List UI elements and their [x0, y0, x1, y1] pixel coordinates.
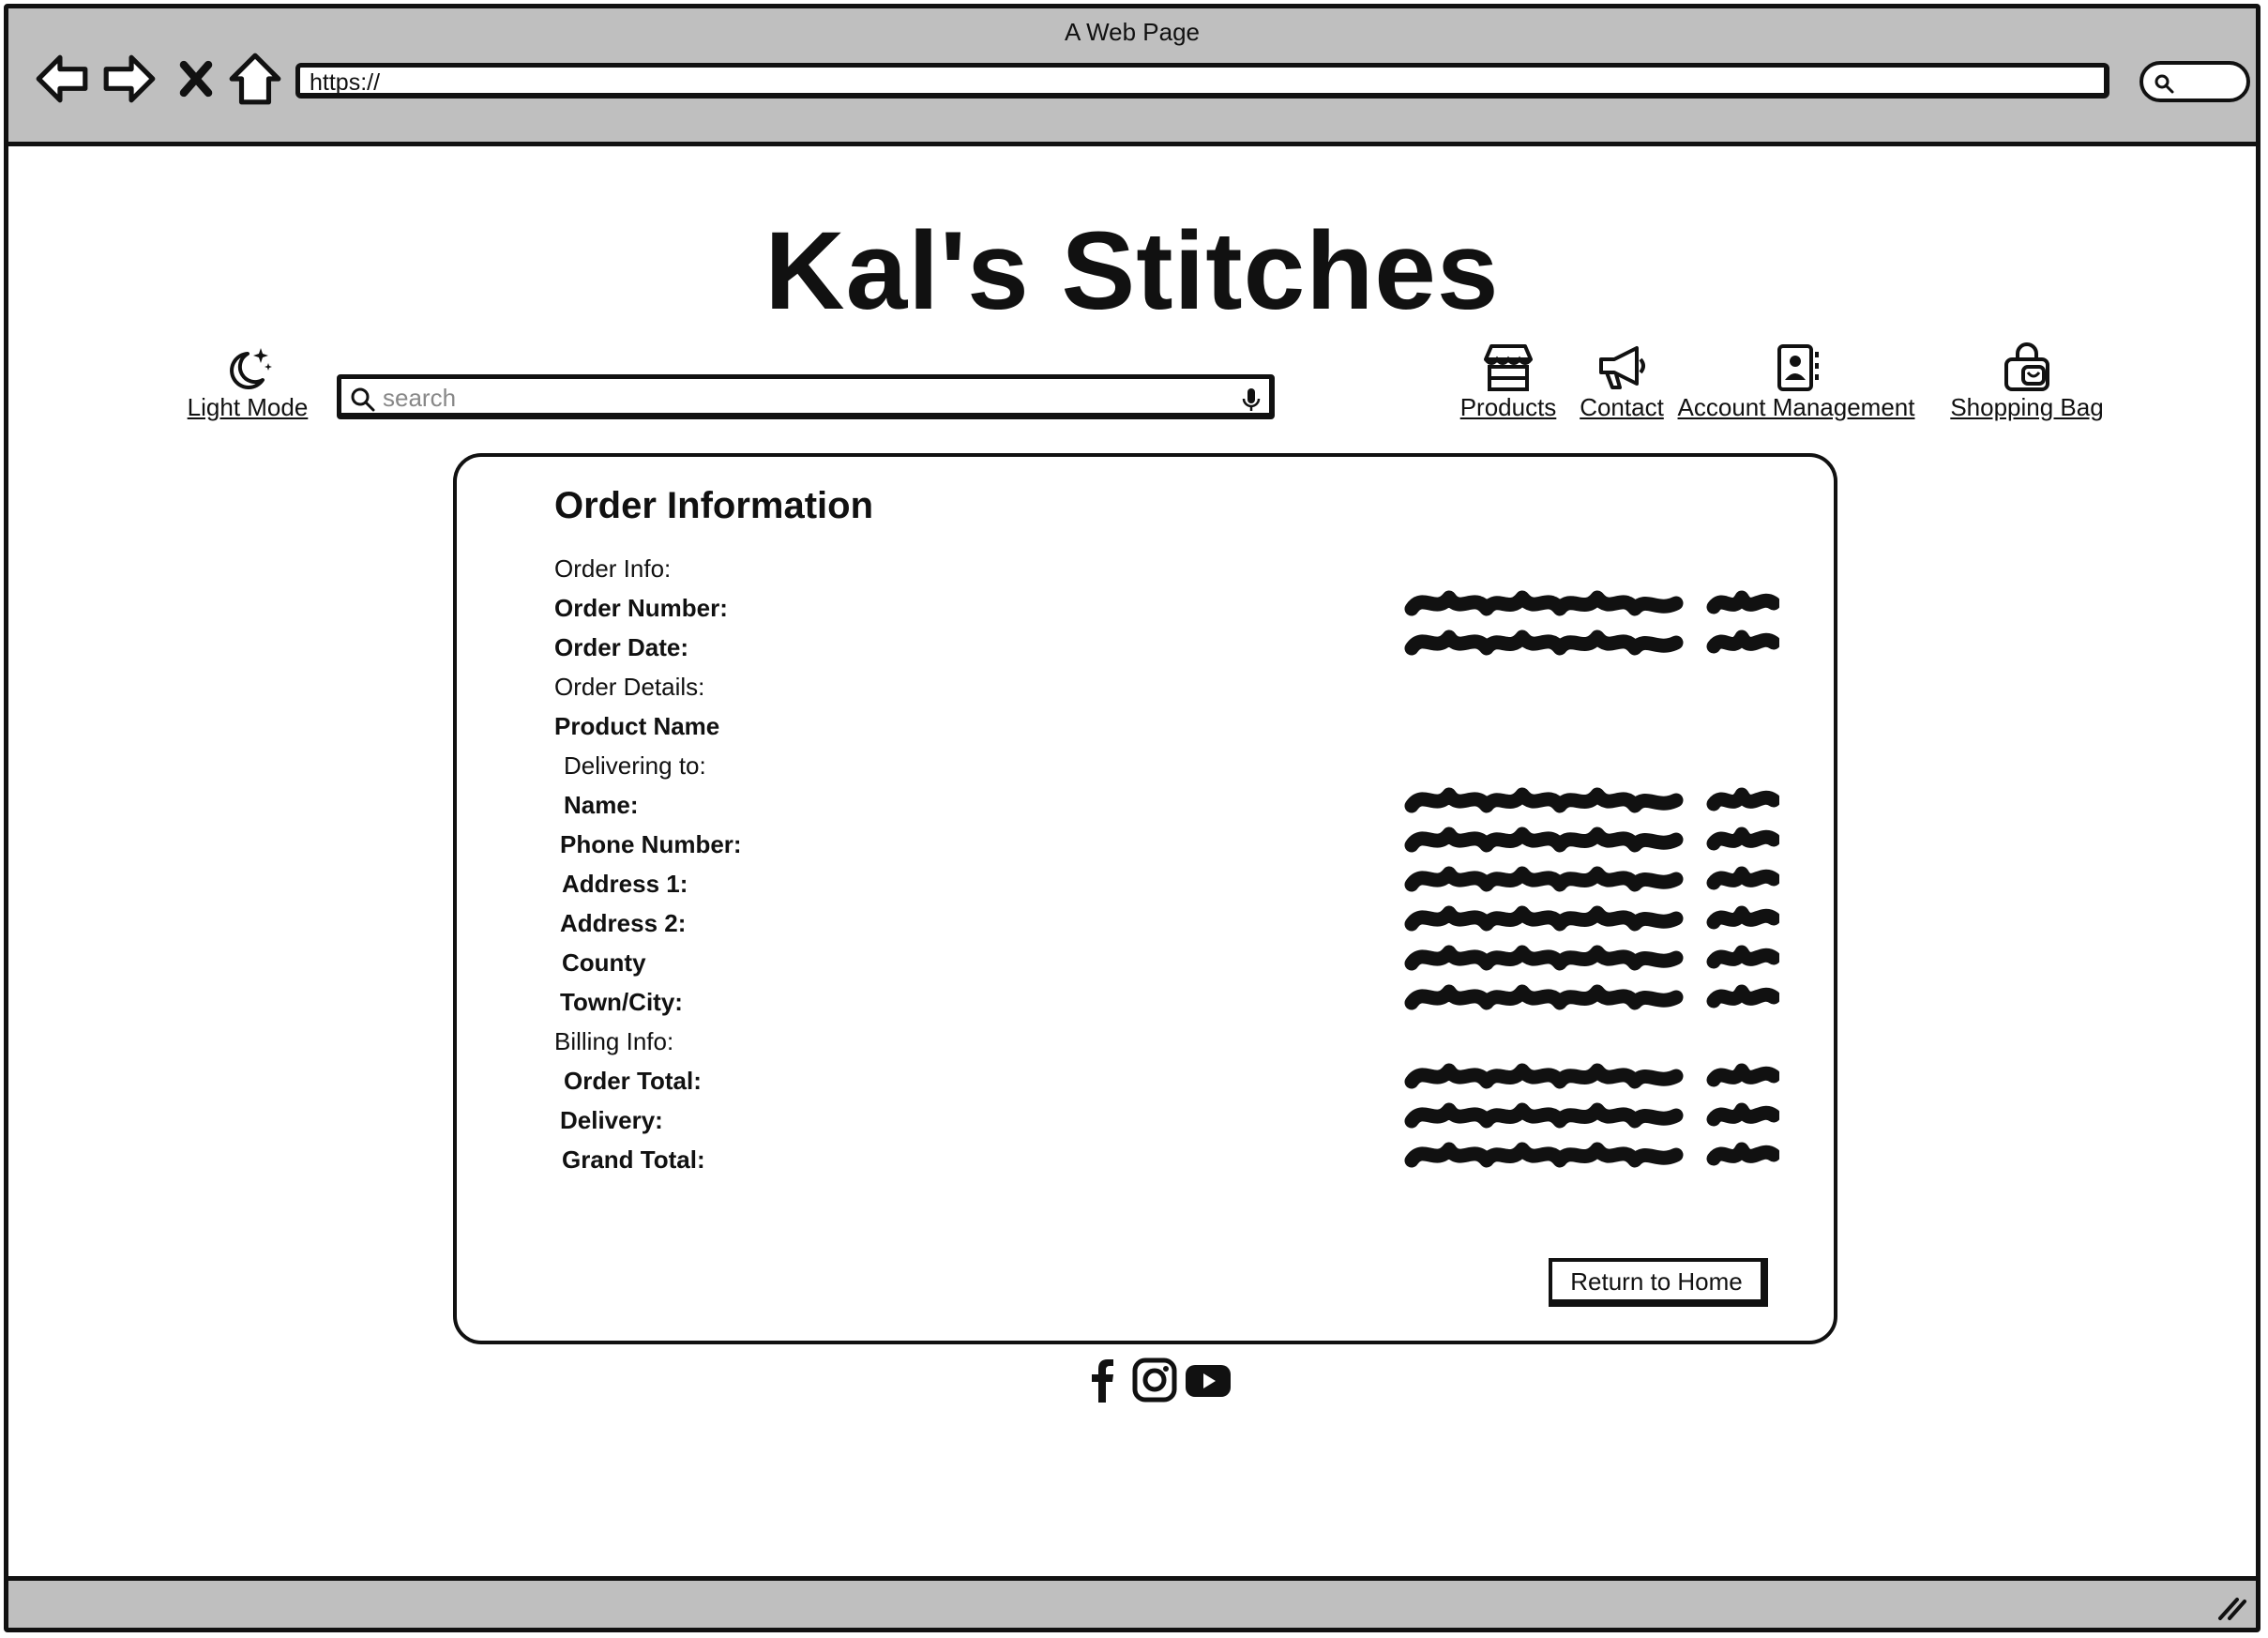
- nav-products-label: Products: [1459, 393, 1557, 421]
- county-label: County: [562, 948, 646, 977]
- order-total-label: Order Total:: [564, 1067, 702, 1095]
- delivering-to-label: Delivering to:: [564, 751, 706, 780]
- browser-search-button[interactable]: [2139, 61, 2250, 102]
- home-icon[interactable]: [226, 50, 284, 108]
- microphone-icon[interactable]: [1241, 387, 1262, 413]
- redacted-value: [1404, 980, 1779, 1016]
- light-mode-label: Light Mode: [187, 393, 309, 421]
- town-city-label: Town/City:: [560, 988, 683, 1016]
- nav-products[interactable]: Products: [1449, 342, 1567, 422]
- nav-contact[interactable]: Contact: [1575, 342, 1669, 422]
- nav-account-management[interactable]: Account Management: [1672, 342, 1920, 422]
- youtube-icon[interactable]: [1184, 1356, 1232, 1404]
- instagram-icon[interactable]: [1130, 1356, 1179, 1404]
- address-1-label: Address 1:: [562, 870, 688, 898]
- facebook-icon[interactable]: [1078, 1356, 1126, 1404]
- moon-stars-icon: [230, 348, 272, 389]
- order-date-label: Order Date:: [554, 633, 689, 661]
- address-2-label: Address 2:: [560, 909, 687, 937]
- url-text: https://: [310, 69, 381, 96]
- order-information-card: Order Information Order Info: Order Numb…: [453, 453, 1837, 1344]
- billing-info-label: Billing Info:: [554, 1027, 674, 1055]
- nav-shopping-bag-label: Shopping Bag: [1950, 393, 2104, 421]
- order-information-title: Order Information: [554, 485, 874, 526]
- redacted-value: [1404, 823, 1779, 858]
- browser-toolbar: A Web Page https://: [8, 8, 2256, 146]
- close-x-icon[interactable]: [170, 50, 222, 108]
- resize-grip-icon[interactable]: [2215, 1592, 2248, 1622]
- order-info-label: Order Info:: [554, 554, 672, 583]
- storefront-icon: [1484, 344, 1533, 391]
- browser-window: A Web Page https:// Kal's Stitches Light…: [4, 4, 2260, 1632]
- redacted-value: [1404, 586, 1779, 622]
- redacted-value: [1404, 626, 1779, 661]
- nav-account-management-label: Account Management: [1677, 393, 1915, 421]
- name-label: Name:: [564, 791, 639, 819]
- delivery-label: Delivery:: [560, 1106, 663, 1134]
- phone-number-label: Phone Number:: [560, 830, 742, 858]
- light-mode-toggle[interactable]: Light Mode: [177, 344, 318, 422]
- redacted-value: [1404, 862, 1779, 898]
- redacted-value: [1404, 1059, 1779, 1095]
- search-icon: [2155, 74, 2174, 94]
- redacted-value: [1404, 1138, 1779, 1174]
- redacted-value: [1404, 941, 1779, 977]
- back-arrow-icon[interactable]: [33, 50, 91, 108]
- contact-book-icon: [1777, 344, 1819, 391]
- grand-total-label: Grand Total:: [562, 1145, 705, 1174]
- redacted-value: [1404, 1099, 1779, 1134]
- megaphone-icon: [1599, 346, 1645, 389]
- order-number-label: Order Number:: [554, 594, 728, 622]
- site-brand-title: Kal's Stitches: [764, 209, 1500, 333]
- site-search-box[interactable]: [337, 374, 1275, 419]
- shopping-bag-icon: [2004, 342, 2049, 391]
- url-bar[interactable]: https://: [295, 63, 2109, 99]
- social-links: [1078, 1356, 1232, 1404]
- redacted-value: [1404, 902, 1779, 937]
- order-details-label: Order Details:: [554, 673, 705, 701]
- window-title: A Web Page: [1064, 18, 1201, 46]
- product-name-label: Product Name: [554, 712, 720, 740]
- search-icon: [351, 387, 375, 412]
- browser-statusbar: [8, 1576, 2256, 1628]
- nav-contact-label: Contact: [1580, 393, 1664, 421]
- search-input[interactable]: [381, 381, 1191, 415]
- redacted-value: [1404, 783, 1779, 819]
- forward-arrow-icon[interactable]: [100, 50, 159, 108]
- nav-shopping-bag[interactable]: Shopping Bag: [1941, 342, 2113, 422]
- return-to-home-button[interactable]: Return to Home: [1549, 1258, 1768, 1307]
